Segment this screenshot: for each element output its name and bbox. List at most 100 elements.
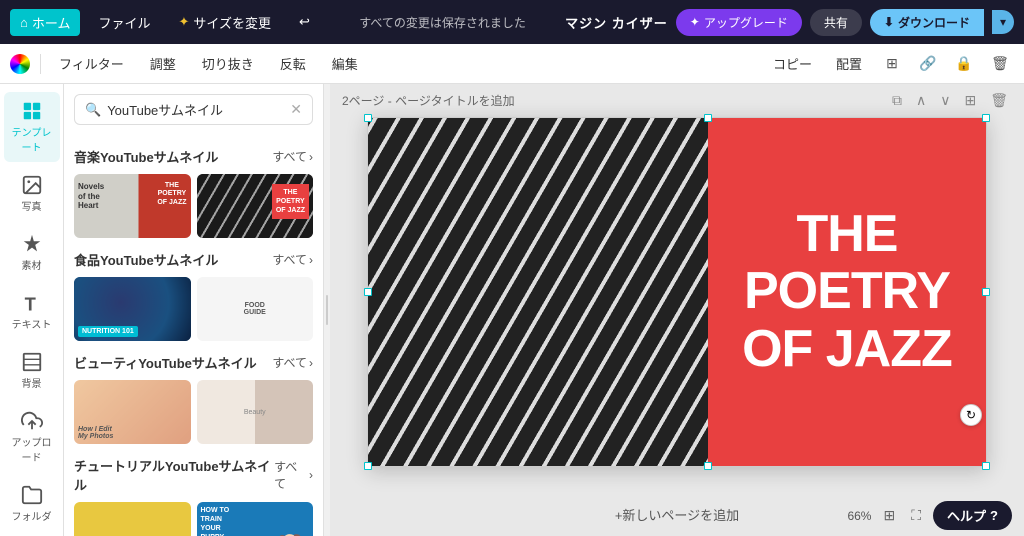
file-label: ファイル bbox=[98, 13, 150, 32]
top-navigation: ⌂ ホーム ファイル ✦ サイズを変更 ↩ すべての変更は保存されました マジン… bbox=[0, 0, 1024, 44]
share-button[interactable]: 共有 bbox=[810, 9, 862, 36]
sidebar-item-elements[interactable]: 素材 bbox=[4, 225, 60, 280]
food-template-grid: NUTRITION 101 FOODGUIDE bbox=[74, 277, 313, 341]
home-button[interactable]: ⌂ ホーム bbox=[10, 9, 80, 36]
template-card[interactable]: HOW TOTRAINYOURPUPPY 🐕 bbox=[197, 502, 314, 536]
template-card[interactable]: Beauty bbox=[197, 380, 314, 444]
sidebar-item-photos-label: 写真 bbox=[22, 198, 42, 213]
sidebar-item-photos[interactable]: 写真 bbox=[4, 166, 60, 221]
sidebar-item-upload[interactable]: アップロード bbox=[4, 402, 60, 472]
adjust-button[interactable]: 調整 bbox=[142, 51, 184, 76]
arrange-button[interactable]: 配置 bbox=[828, 51, 870, 76]
sidebar-item-upload-label: アップロード bbox=[8, 434, 56, 464]
selection-handle-ml bbox=[364, 288, 372, 296]
beauty-section-header: ビューティYouTubeサムネイル すべて › bbox=[74, 353, 313, 372]
text-line-2: POETRY bbox=[742, 263, 952, 320]
template-list: 音楽YouTubeサムネイル すべて › Novelsof theHeart T… bbox=[64, 135, 323, 536]
home-label: ホーム bbox=[32, 13, 71, 32]
canvas-frame[interactable]: THE POETRY OF JAZZ bbox=[367, 117, 987, 467]
tutorial-section-header: チュートリアルYouTubeサムネイル すべて › bbox=[74, 456, 313, 494]
chevron-right-icon: › bbox=[309, 150, 313, 164]
page-down-icon[interactable]: ∨ bbox=[936, 90, 954, 111]
zoom-level[interactable]: 66% bbox=[847, 509, 871, 523]
chevron-right-icon: › bbox=[309, 356, 313, 370]
template-card[interactable]: Novelsof theHeart THEPOETRYOF JAZZ bbox=[74, 174, 191, 238]
sidebar-item-elements-label: 素材 bbox=[22, 257, 42, 272]
chevron-right-icon: › bbox=[309, 468, 313, 482]
page-duplicate-icon[interactable]: ⊞ bbox=[960, 90, 980, 111]
beauty-section-all[interactable]: すべて › bbox=[272, 354, 313, 371]
undo-button[interactable]: ↩ bbox=[289, 10, 320, 34]
template-card[interactable]: THECREATIVEPROCESS bbox=[74, 502, 191, 536]
brand-label: マジン カイザー bbox=[565, 13, 668, 32]
food-section-header: 食品YouTubeサムネイル すべて › bbox=[74, 250, 313, 269]
crop-button[interactable]: 切り抜き bbox=[194, 51, 262, 76]
tutorial-section-title: チュートリアルYouTubeサムネイル bbox=[74, 456, 274, 494]
selection-handle-tr bbox=[982, 114, 990, 122]
search-icon: 🔍 bbox=[85, 102, 101, 118]
sidebar-item-templates[interactable]: テンプレート bbox=[4, 92, 60, 162]
food-section-title: 食品YouTubeサムネイル bbox=[74, 250, 218, 269]
selection-handle-tl bbox=[364, 114, 372, 122]
divider bbox=[40, 54, 41, 74]
grid-icon-button[interactable]: ⊞ bbox=[878, 50, 906, 78]
tutorial-section-all[interactable]: すべて › bbox=[274, 458, 313, 492]
download-icon: ⬇ bbox=[884, 15, 894, 29]
download-label: ダウンロード bbox=[898, 14, 970, 31]
delete-button[interactable]: 🗑 bbox=[986, 50, 1014, 78]
sidebar-item-templates-label: テンプレート bbox=[8, 124, 56, 154]
download-button[interactable]: ⬇ ダウンロード bbox=[870, 9, 984, 36]
search-input[interactable] bbox=[107, 102, 284, 117]
template-card[interactable]: THEPOETRYOF JAZZ bbox=[197, 174, 314, 238]
tutorial-template-grid: THECREATIVEPROCESS HOW TOTRAINYOURPUPPY … bbox=[74, 502, 313, 536]
help-button[interactable]: ヘルプ ? bbox=[933, 501, 1012, 530]
page-icon-buttons: ⧉ ∧ ∨ ⊞ 🗑 bbox=[888, 90, 1012, 111]
dropdown-arrow-icon: ▾ bbox=[1000, 15, 1006, 29]
page-up-icon[interactable]: ∧ bbox=[912, 90, 930, 111]
sidebar-item-background-label: 背景 bbox=[22, 375, 42, 390]
image-toolbar: フィルター 調整 切り抜き 反転 編集 コピー 配置 ⊞ 🔗 🔒 🗑 bbox=[0, 44, 1024, 84]
text-line-3: OF JAZZ bbox=[742, 321, 952, 378]
share-label: 共有 bbox=[824, 16, 848, 30]
canvas-text-right: THE POETRY OF JAZZ bbox=[708, 118, 986, 466]
selection-handle-tm bbox=[704, 114, 712, 122]
upgrade-button[interactable]: ✦ アップグレード bbox=[676, 9, 802, 36]
template-card[interactable]: FOODGUIDE bbox=[197, 277, 314, 341]
file-button[interactable]: ファイル bbox=[88, 9, 160, 36]
text-line-1: THE bbox=[742, 206, 952, 263]
selection-handle-bl bbox=[364, 462, 372, 470]
template-card[interactable]: NUTRITION 101 bbox=[74, 277, 191, 341]
fullscreen-icon[interactable]: ⛶ bbox=[907, 503, 925, 528]
edit-button[interactable]: 編集 bbox=[324, 51, 366, 76]
resize-button[interactable]: ✦ サイズを変更 bbox=[169, 9, 282, 36]
main-content: テンプレート 写真 素材 T テキスト 背景 アップロード フォルダ もっと見る bbox=[0, 84, 1024, 536]
download-dropdown-button[interactable]: ▾ bbox=[992, 10, 1014, 34]
svg-text:T: T bbox=[24, 293, 35, 314]
sidebar-item-background[interactable]: 背景 bbox=[4, 343, 60, 398]
sidebar-item-folder[interactable]: フォルダ bbox=[4, 476, 60, 531]
page-delete-icon[interactable]: 🗑 bbox=[986, 90, 1012, 111]
music-section-title: 音楽YouTubeサムネイル bbox=[74, 147, 218, 166]
rotate-handle[interactable]: ↻ bbox=[960, 404, 982, 426]
page-copy-icon[interactable]: ⧉ bbox=[888, 90, 906, 111]
upgrade-icon: ✦ bbox=[690, 15, 700, 29]
clear-search-icon[interactable]: ✕ bbox=[290, 101, 302, 118]
jazz-text: THE POETRY OF JAZZ bbox=[732, 196, 962, 388]
copy-button[interactable]: コピー bbox=[765, 51, 820, 76]
sidebar-item-text[interactable]: T テキスト bbox=[4, 284, 60, 339]
page-title[interactable]: 2ページ - ページタイトルを追加 bbox=[342, 92, 515, 109]
sidebar-item-folder-label: フォルダ bbox=[12, 508, 52, 523]
beauty-template-grid: How I EditMy Photos Beauty bbox=[74, 380, 313, 444]
link-icon-button[interactable]: 🔗 bbox=[914, 50, 942, 78]
filter-button[interactable]: フィルター bbox=[51, 51, 132, 76]
toolbar-right-section: コピー 配置 ⊞ 🔗 🔒 🗑 bbox=[765, 50, 1014, 78]
lock-icon-button[interactable]: 🔒 bbox=[950, 50, 978, 78]
color-picker[interactable] bbox=[10, 54, 30, 74]
grid-view-icon[interactable]: ⊞ bbox=[879, 503, 899, 528]
saved-message: すべての変更は保存されました bbox=[328, 14, 557, 31]
template-card[interactable]: How I EditMy Photos bbox=[74, 380, 191, 444]
chevron-right-icon: › bbox=[309, 253, 313, 267]
food-section-all[interactable]: すべて › bbox=[272, 251, 313, 268]
flip-button[interactable]: 反転 bbox=[272, 51, 314, 76]
music-section-all[interactable]: すべて › bbox=[272, 148, 313, 165]
